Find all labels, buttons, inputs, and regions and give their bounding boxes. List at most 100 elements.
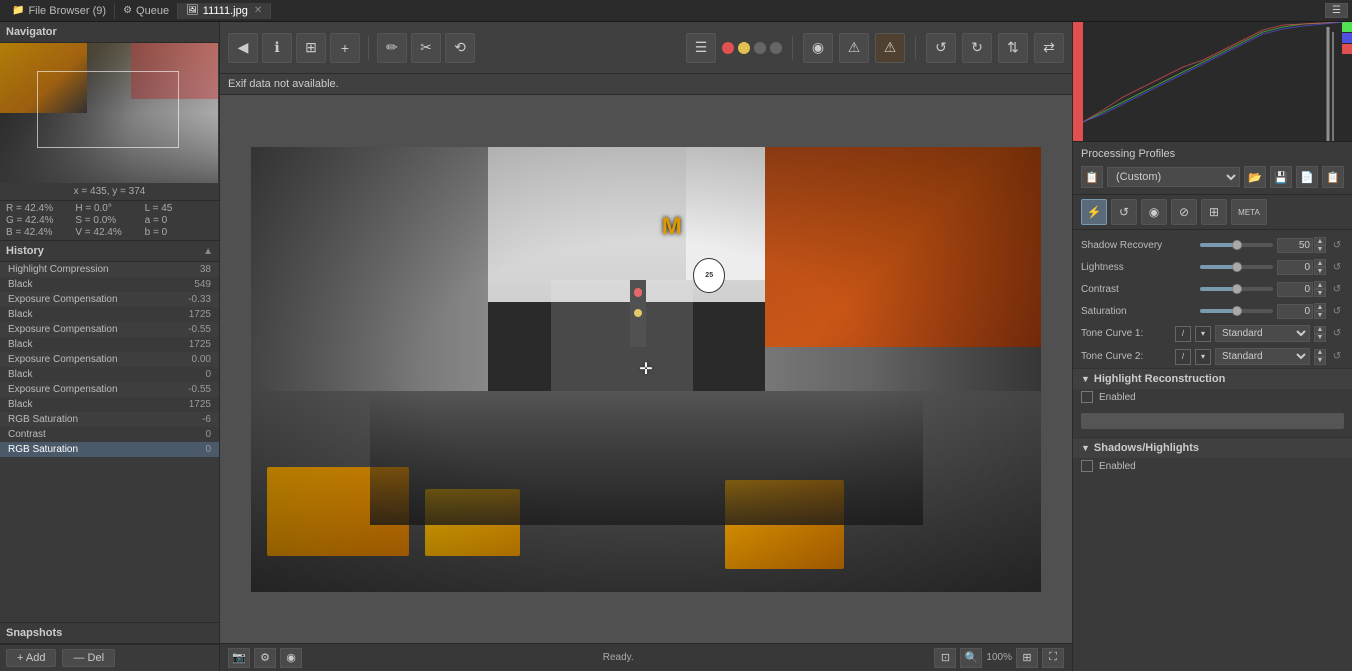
corner-menu-btn[interactable]: ☰: [1325, 3, 1348, 18]
tone-curve-1-curve-btn[interactable]: ▾: [1195, 326, 1211, 342]
meta-tool-btn[interactable]: META: [1231, 199, 1267, 225]
lightness-slider[interactable]: [1200, 265, 1273, 269]
detail-tool-btn[interactable]: ↺: [1111, 199, 1137, 225]
copy-btn[interactable]: ⊞: [296, 33, 326, 63]
transform-btn[interactable]: ⟲: [445, 33, 475, 63]
lightness-value[interactable]: [1277, 260, 1313, 275]
tc1-down[interactable]: ▼: [1314, 334, 1326, 342]
transform-tool-btn[interactable]: ⊘: [1171, 199, 1197, 225]
del-snapshot-btn[interactable]: — Del: [62, 649, 115, 667]
history-item[interactable]: Black549: [0, 277, 219, 292]
lightness-thumb[interactable]: [1232, 262, 1242, 272]
tone-curve-1-dropdown[interactable]: Standard: [1215, 325, 1310, 342]
shadow-recovery-slider[interactable]: [1200, 243, 1273, 247]
tone-curve-2-reset[interactable]: ↺: [1330, 350, 1344, 364]
saturation-value[interactable]: [1277, 304, 1313, 319]
history-item[interactable]: Exposure Compensation-0.55: [0, 382, 219, 397]
history-item[interactable]: Exposure Compensation-0.55: [0, 322, 219, 337]
lightness-down[interactable]: ▼: [1314, 267, 1326, 275]
saturation-down[interactable]: ▼: [1314, 311, 1326, 319]
image-area[interactable]: 25 ✛ M: [220, 95, 1072, 643]
shadow-recovery-thumb[interactable]: [1232, 240, 1242, 250]
proc-copy-btn[interactable]: 📄: [1296, 166, 1318, 188]
tone-curve-1-linear-btn[interactable]: /: [1175, 326, 1191, 342]
zoom-in-btn[interactable]: ⊞: [1016, 648, 1038, 668]
contrast-thumb[interactable]: [1232, 284, 1242, 294]
shadow-recovery-up[interactable]: ▲: [1314, 237, 1326, 245]
history-item[interactable]: Black1725: [0, 397, 219, 412]
shadows-highlights-checkbox[interactable]: [1081, 460, 1093, 472]
saturation-reset[interactable]: ↺: [1330, 304, 1344, 318]
warning-btn[interactable]: ⚠: [839, 33, 869, 63]
lightness-up[interactable]: ▲: [1314, 259, 1326, 267]
saturation-thumb[interactable]: [1232, 306, 1242, 316]
rotate-l-btn[interactable]: ↺: [926, 33, 956, 63]
history-list[interactable]: Highlight Compression38Black549Exposure …: [0, 262, 219, 622]
raw-tool-btn[interactable]: ⊞: [1201, 199, 1227, 225]
proc-icon-1[interactable]: 📋: [1081, 166, 1103, 188]
color-tool-btn[interactable]: ◉: [1141, 199, 1167, 225]
tone-curve-1-reset[interactable]: ↺: [1330, 327, 1344, 341]
history-item[interactable]: RGB Saturation-6: [0, 412, 219, 427]
history-item[interactable]: Exposure Compensation0.00: [0, 352, 219, 367]
dot-gray-1[interactable]: [754, 42, 766, 54]
dot-red[interactable]: [722, 42, 734, 54]
dot-yellow[interactable]: [738, 42, 750, 54]
tone-curve-2-linear-btn[interactable]: /: [1175, 349, 1191, 365]
contrast-down[interactable]: ▼: [1314, 289, 1326, 297]
bottom-tool-1[interactable]: 📷: [228, 648, 250, 668]
add-snapshot-btn[interactable]: + Add: [6, 649, 56, 667]
highlight-reconstruction-header[interactable]: ▼ Highlight Reconstruction: [1073, 368, 1352, 389]
warning2-btn[interactable]: ⚠: [875, 33, 905, 63]
zoom-out-btn[interactable]: 🔍: [960, 648, 982, 668]
exposure-tool-btn[interactable]: ⚡: [1081, 199, 1107, 225]
proc-save-btn[interactable]: 💾: [1270, 166, 1292, 188]
add-btn[interactable]: +: [330, 33, 360, 63]
tc1-up[interactable]: ▲: [1314, 326, 1326, 334]
saturation-slider[interactable]: [1200, 309, 1273, 313]
contrast-reset[interactable]: ↺: [1330, 282, 1344, 296]
contrast-value[interactable]: [1277, 282, 1313, 297]
shadows-highlights-header[interactable]: ▼ Shadows/Highlights: [1073, 437, 1352, 458]
highlight-reconstruction-checkbox[interactable]: [1081, 391, 1093, 403]
bottom-tool-3[interactable]: ◉: [280, 648, 302, 668]
tone-curve-2-dropdown[interactable]: Standard: [1215, 348, 1310, 365]
shadow-recovery-value[interactable]: [1277, 238, 1313, 253]
flip-v-btn[interactable]: ⇅: [998, 33, 1028, 63]
history-item[interactable]: Highlight Compression38: [0, 262, 219, 277]
proc-load-btn[interactable]: 📂: [1244, 166, 1266, 188]
tc2-down[interactable]: ▼: [1314, 357, 1326, 365]
zoom-fullscreen-btn[interactable]: ⛶: [1042, 648, 1064, 668]
zoom-fit-btn[interactable]: ⊡: [934, 648, 956, 668]
hr-slider[interactable]: [1081, 413, 1344, 429]
contrast-slider[interactable]: [1200, 287, 1273, 291]
tab-close-btn[interactable]: ✕: [254, 5, 262, 16]
history-item[interactable]: RGB Saturation0: [0, 442, 219, 457]
lightness-reset[interactable]: ↺: [1330, 260, 1344, 274]
navigator-thumbnail[interactable]: [0, 43, 218, 183]
tab-queue[interactable]: ⚙ Queue: [115, 3, 178, 19]
tab-file-browser[interactable]: 📁 File Browser (9): [4, 3, 115, 19]
back-btn[interactable]: ◀: [228, 33, 258, 63]
crop-btn[interactable]: ✂: [411, 33, 441, 63]
tab-image[interactable]: 🖼 11111.jpg ✕: [178, 3, 271, 19]
flip-h-btn[interactable]: ⇄: [1034, 33, 1064, 63]
proc-paste-btn[interactable]: 📋: [1322, 166, 1344, 188]
bottom-tool-2[interactable]: ⚙: [254, 648, 276, 668]
shadow-recovery-down[interactable]: ▼: [1314, 245, 1326, 253]
history-item[interactable]: Exposure Compensation-0.33: [0, 292, 219, 307]
menu-btn[interactable]: ☰: [686, 33, 716, 63]
history-item[interactable]: Contrast0: [0, 427, 219, 442]
tone-curve-2-curve-btn[interactable]: ▾: [1195, 349, 1211, 365]
history-item[interactable]: Black0: [0, 367, 219, 382]
saturation-up[interactable]: ▲: [1314, 303, 1326, 311]
rotate-r-btn[interactable]: ↻: [962, 33, 992, 63]
contrast-up[interactable]: ▲: [1314, 281, 1326, 289]
history-item[interactable]: Black1725: [0, 337, 219, 352]
proc-dropdown[interactable]: (Custom): [1107, 167, 1240, 187]
tc2-up[interactable]: ▲: [1314, 349, 1326, 357]
info-btn[interactable]: ℹ: [262, 33, 292, 63]
edit-btn[interactable]: ✏: [377, 33, 407, 63]
spot-btn[interactable]: ◉: [803, 33, 833, 63]
history-item[interactable]: Black1725: [0, 307, 219, 322]
